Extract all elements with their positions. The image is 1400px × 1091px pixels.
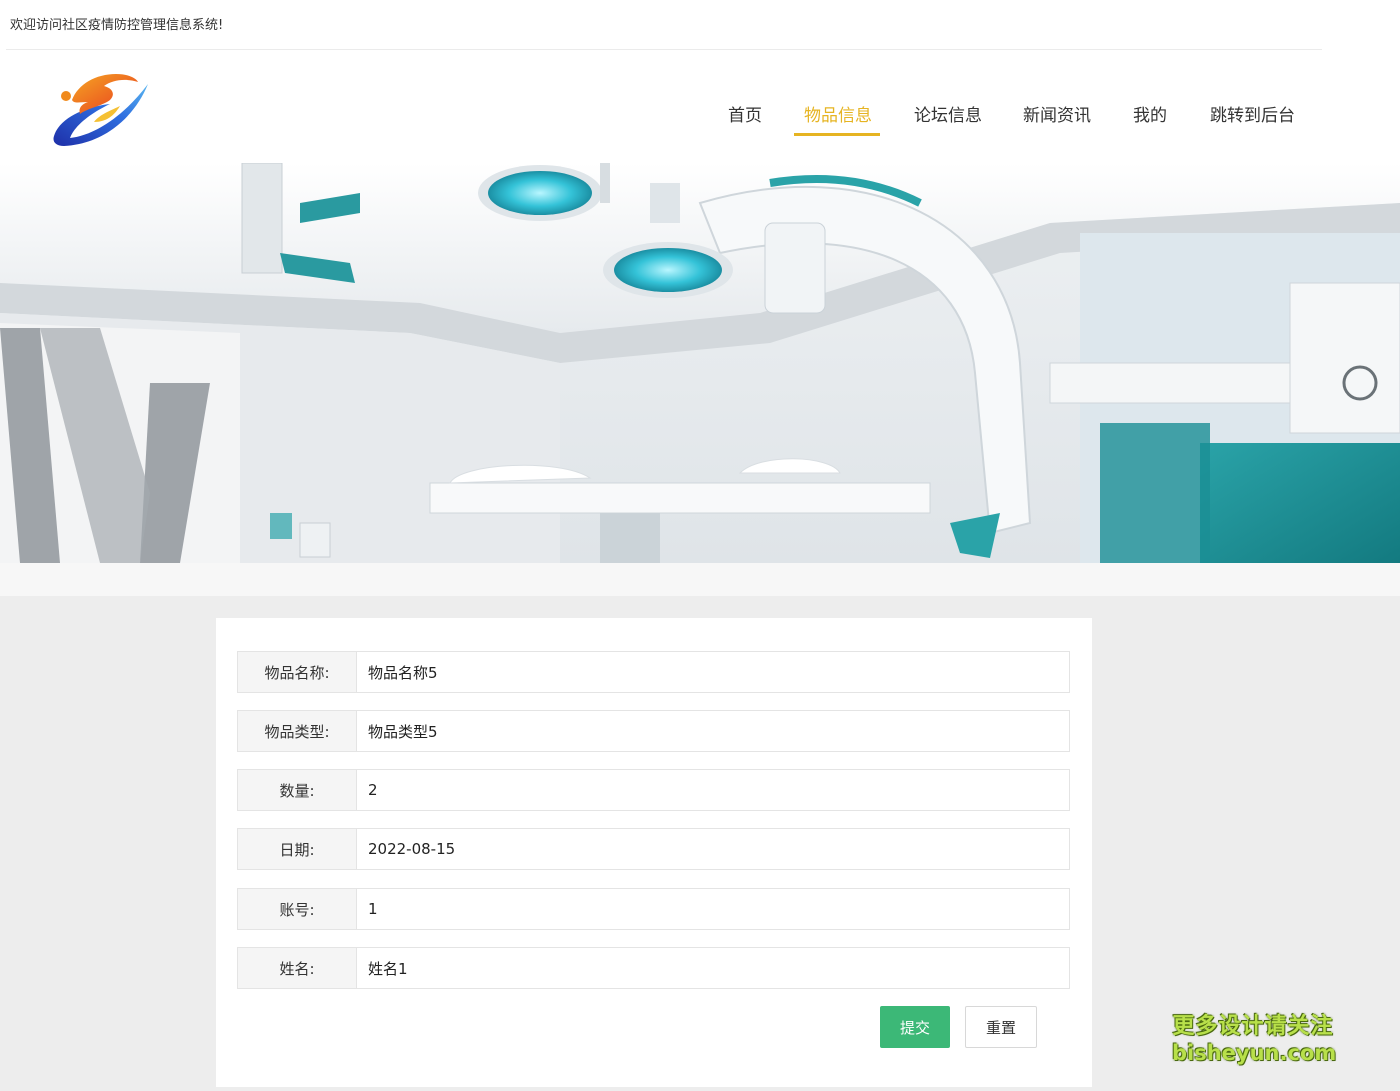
reset-button[interactable]: 重置 [965,1006,1037,1048]
nav-item-forum-info[interactable]: 论坛信息 [914,104,982,136]
form-row-name: 姓名: [237,947,1070,989]
quantity-input[interactable] [357,769,1070,811]
form-row-goods-type: 物品类型: [237,710,1070,752]
form-row-account: 账号: [237,888,1070,930]
nav-item-label: 首页 [728,106,762,126]
nav-item-label: 跳转到后台 [1210,106,1295,126]
nav-item-admin[interactable]: 跳转到后台 [1210,104,1295,136]
goods-detail-form: 物品名称: 物品类型: 数量: 日期: 账号: 姓名: 提交 重置 [216,618,1092,1087]
nav-item-label: 新闻资讯 [1023,106,1091,126]
banner-bottom-strip [0,563,1400,596]
goods-name-label: 物品名称: [237,651,357,693]
main-nav: 首页 物品信息 论坛信息 新闻资讯 我的 跳转到后台 [0,104,1400,144]
nav-active-underline [794,133,880,136]
account-label: 账号: [237,888,357,930]
date-input[interactable] [357,828,1070,870]
goods-type-input[interactable] [357,710,1070,752]
form-row-quantity: 数量: [237,769,1070,811]
nav-item-label: 我的 [1133,106,1167,126]
account-input[interactable] [357,888,1070,930]
goods-name-input[interactable] [357,651,1070,693]
watermark-line2: bisheyun.com [1172,1041,1337,1065]
nav-item-goods-info[interactable]: 物品信息 [794,104,880,136]
operating-room-banner-image [0,163,1400,563]
nav-item-label: 论坛信息 [914,106,982,126]
goods-type-label: 物品类型: [237,710,357,752]
name-input[interactable] [357,947,1070,989]
date-label: 日期: [237,828,357,870]
watermark: 更多设计请关注 bisheyun.com [1172,1013,1337,1067]
submit-button[interactable]: 提交 [880,1006,950,1048]
nav-item-news[interactable]: 新闻资讯 [1023,104,1091,136]
nav-item-label: 物品信息 [804,106,872,126]
watermark-line1: 更多设计请关注 [1172,1014,1334,1039]
form-row-goods-name: 物品名称: [237,651,1070,693]
form-row-date: 日期: [237,828,1070,870]
header-divider [6,49,1322,50]
name-label: 姓名: [237,947,357,989]
nav-item-home[interactable]: 首页 [728,104,762,136]
welcome-text: 欢迎访问社区疫情防控管理信息系统! [10,18,224,33]
nav-item-mine[interactable]: 我的 [1133,104,1167,136]
quantity-label: 数量: [237,769,357,811]
